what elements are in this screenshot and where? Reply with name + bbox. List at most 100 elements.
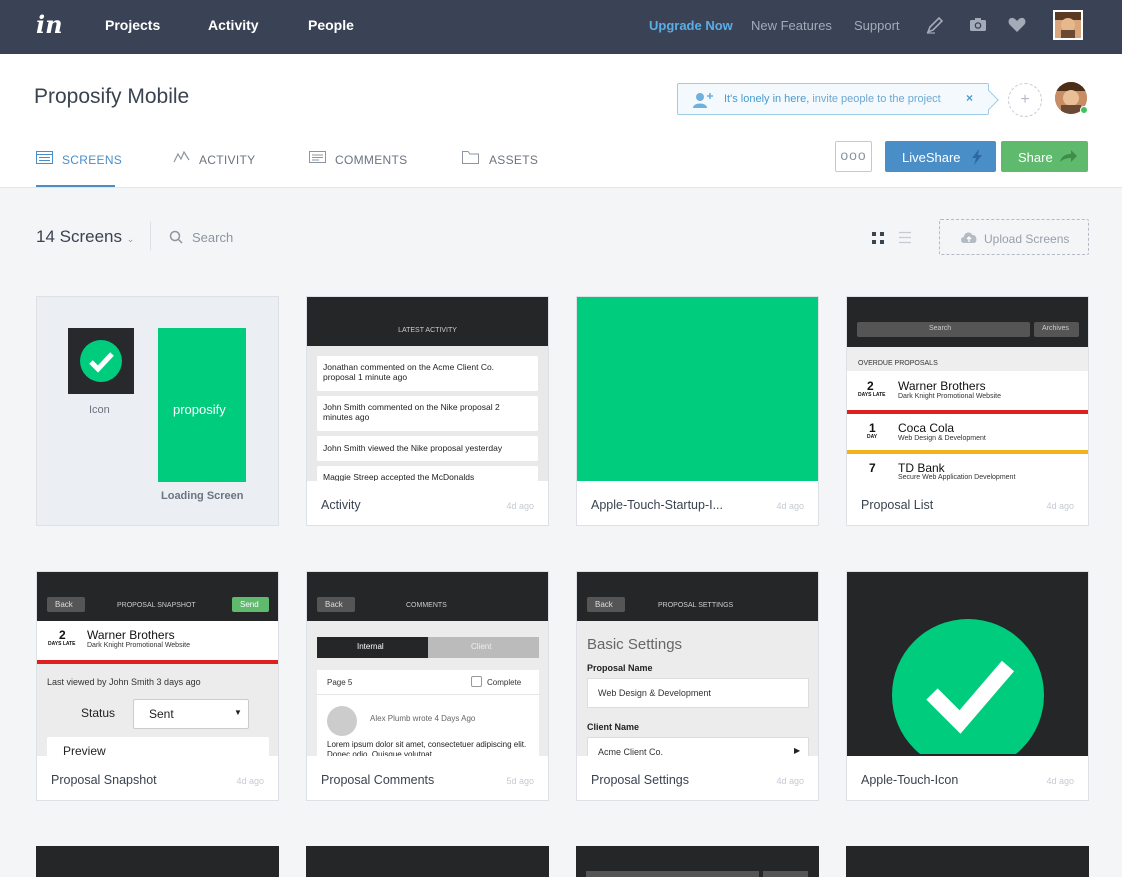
screen-name[interactable]: Activity: [321, 498, 361, 512]
folder-icon: [462, 151, 479, 164]
activity-icon: [173, 151, 190, 163]
user-avatar[interactable]: [1053, 10, 1083, 40]
screen-card-partial[interactable]: [306, 846, 549, 877]
screen-count-dropdown[interactable]: 14 Screens ⌄: [36, 227, 134, 247]
screen-name[interactable]: Proposal Comments: [321, 773, 434, 787]
screen-thumbnail[interactable]: Back COMMENTS Internal Client Page 5 Com…: [307, 572, 548, 756]
thumb-heading: Basic Settings: [587, 636, 683, 653]
loading-screen-thumbnail[interactable]: proposify: [158, 328, 246, 482]
new-features-link[interactable]: New Features: [751, 18, 832, 33]
screen-card-proposal-list[interactable]: Search Archives OVERDUE PROPOSALS 2 DAYS…: [846, 296, 1089, 526]
screen-card-proposal-comments[interactable]: Back COMMENTS Internal Client Page 5 Com…: [306, 571, 549, 801]
row-sub: Web Design & Development: [898, 435, 986, 442]
thumb-status-value: Sent: [149, 707, 174, 721]
screen-thumbnail[interactable]: Search Archives OVERDUE PROPOSALS 2 DAYS…: [847, 297, 1088, 481]
thumb-client-label: Client Name: [587, 722, 640, 732]
screen-thumbnail[interactable]: [577, 297, 818, 481]
liveshare-button[interactable]: LiveShare: [885, 141, 996, 172]
screen-thumbnail[interactable]: Back PROPOSAL SNAPSHOT Send 2 DAYS LATE …: [37, 572, 278, 756]
search-icon: [169, 230, 183, 244]
screen-date: 4d ago: [776, 776, 804, 786]
screen-thumbnail[interactable]: LATEST ACTIVITY Jonathan commented on th…: [307, 297, 548, 481]
screen-group-card[interactable]: Icon proposify Loading Screen: [36, 296, 279, 526]
top-navbar: in Projects Activity People Upgrade Now …: [0, 0, 1122, 54]
invision-logo[interactable]: in: [36, 10, 63, 40]
thumb-back: Back: [595, 600, 613, 609]
share-button[interactable]: Share: [1001, 141, 1088, 172]
screen-card-proposal-settings[interactable]: Back PROPOSAL SETTINGS Basic Settings Pr…: [576, 571, 819, 801]
lightning-icon: [972, 149, 982, 165]
thumb-back: Back: [55, 600, 73, 609]
screen-card-partial[interactable]: [576, 846, 819, 877]
toolbar-divider: [150, 222, 151, 250]
search-input[interactable]: [192, 227, 392, 247]
nav-activity[interactable]: Activity: [208, 17, 259, 33]
loading-screen-label: Loading Screen: [161, 490, 244, 502]
screen-card-apple-touch-icon[interactable]: Apple-Touch-Icon 4d ago: [846, 571, 1089, 801]
activity-item: Jonathan commented on the Acme Client Co…: [323, 362, 495, 382]
thumb-page: Page 5: [327, 678, 353, 687]
thumb-name-label: Proposal Name: [587, 663, 653, 673]
screen-card-startup[interactable]: Apple-Touch-Startup-I... 4d ago: [576, 296, 819, 526]
screen-date: 4d ago: [1046, 501, 1074, 511]
thumb-send: Send: [240, 600, 259, 609]
screen-card-partial[interactable]: [846, 846, 1089, 877]
row-num: 1: [869, 421, 876, 435]
screen-date: 4d ago: [1046, 776, 1074, 786]
heart-icon[interactable]: [1007, 15, 1027, 35]
screen-date: 5d ago: [506, 776, 534, 786]
invite-people-text[interactable]: invite people to the project: [809, 93, 940, 105]
share-label: Share: [1018, 150, 1053, 165]
activity-item: John Smith viewed the Nike proposal yest…: [323, 443, 503, 453]
thumb-header: LATEST ACTIVITY: [398, 327, 457, 334]
upgrade-now-link[interactable]: Upgrade Now: [649, 18, 733, 33]
activity-item: John Smith commented on the Nike proposa…: [323, 402, 500, 422]
pen-icon[interactable]: [925, 15, 945, 35]
thumb-body: Lorem ipsum dolor sit amet, consectetuer…: [327, 740, 527, 756]
screen-thumbnail[interactable]: Back PROPOSAL SETTINGS Basic Settings Pr…: [577, 572, 818, 756]
thumb-status-label: Status: [81, 706, 116, 720]
row-unit: DAYS LATE: [858, 392, 886, 398]
screen-date: 4d ago: [236, 776, 264, 786]
close-icon[interactable]: ×: [966, 91, 973, 105]
more-options-button[interactable]: ooo: [835, 141, 872, 172]
nav-people[interactable]: People: [308, 17, 354, 33]
screen-thumbnail[interactable]: [847, 572, 1088, 756]
thumb-back: Back: [325, 600, 343, 609]
tab-activity[interactable]: ACTIVITY: [199, 153, 255, 167]
screen-name[interactable]: Apple-Touch-Startup-I...: [591, 498, 723, 512]
camera-icon[interactable]: [968, 15, 988, 35]
row-unit: DAYS LATE: [48, 641, 76, 647]
screen-card-proposal-snapshot[interactable]: Back PROPOSAL SNAPSHOT Send 2 DAYS LATE …: [36, 571, 279, 801]
thumb-search: Search: [929, 325, 952, 332]
chevron-down-icon: ⌄: [126, 234, 135, 244]
add-person-icon: [693, 93, 713, 108]
tab-comments[interactable]: COMMENTS: [335, 153, 407, 167]
grid-view-icon[interactable]: [871, 231, 885, 245]
screen-name[interactable]: Proposal Snapshot: [51, 773, 157, 787]
screen-name[interactable]: Proposal List: [861, 498, 933, 512]
upload-label: Upload Screens: [984, 232, 1070, 246]
share-arrow-icon: [1060, 150, 1077, 162]
screen-date: 4d ago: [776, 501, 804, 511]
screen-name[interactable]: Proposal Settings: [591, 773, 689, 787]
nav-projects[interactable]: Projects: [105, 17, 160, 33]
screen-card-partial[interactable]: [36, 846, 279, 877]
proposify-brand-text: proposify: [173, 402, 226, 417]
screen-date: 4d ago: [506, 501, 534, 511]
screen-name[interactable]: Apple-Touch-Icon: [861, 773, 958, 787]
invite-lonely-text: It's lonely in here,: [724, 93, 810, 105]
tab-assets[interactable]: ASSETS: [489, 153, 538, 167]
upload-screens-button[interactable]: Upload Screens: [939, 219, 1089, 255]
row-title: Warner Brothers: [898, 379, 986, 393]
thumb-client-value: Acme Client Co.: [598, 747, 664, 756]
icon-thumbnail[interactable]: [68, 328, 134, 394]
invite-banner[interactable]: It's lonely in here, invite people to th…: [677, 83, 999, 115]
tab-screens[interactable]: SCREENS: [62, 153, 122, 167]
support-link[interactable]: Support: [854, 18, 900, 33]
add-collaborator-button[interactable]: +: [1008, 83, 1042, 117]
screen-card-activity[interactable]: LATEST ACTIVITY Jonathan commented on th…: [306, 296, 549, 526]
row-title: Warner Brothers: [87, 628, 175, 642]
list-view-icon[interactable]: [898, 231, 912, 244]
row-sub: Secure Web Application Development: [898, 474, 1016, 481]
